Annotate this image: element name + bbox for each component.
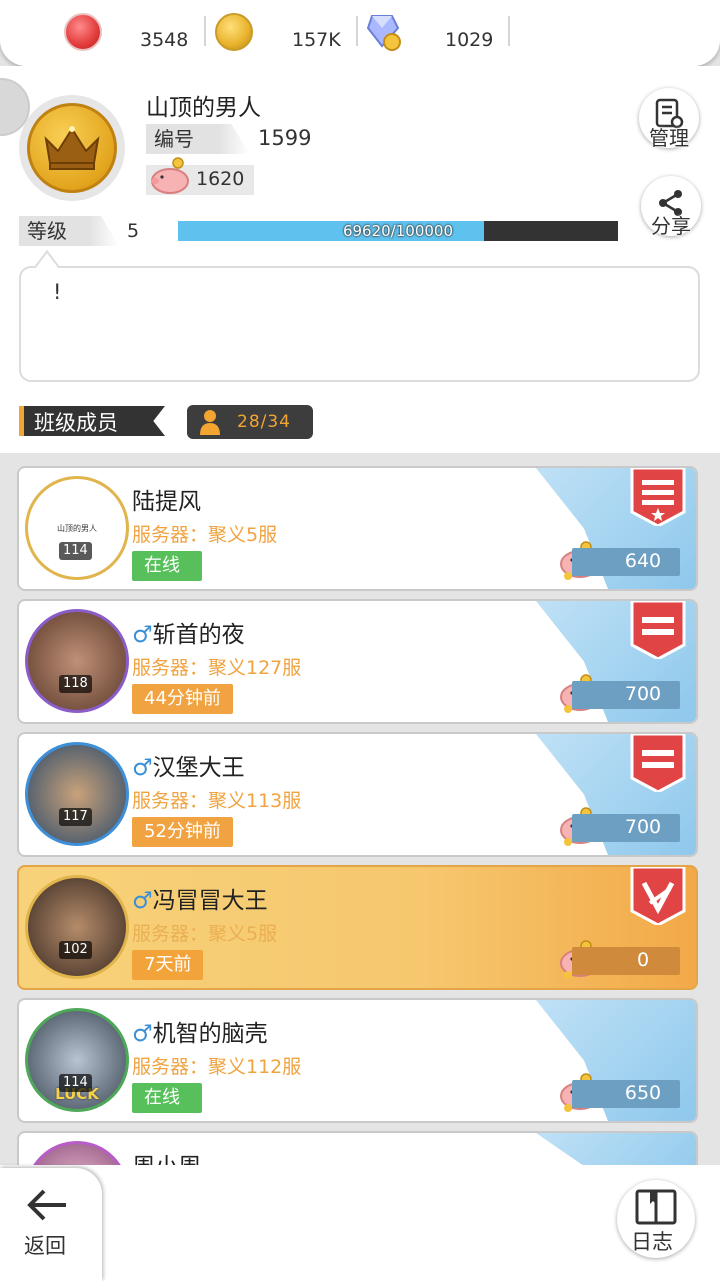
contribution-value: 650 (624, 1082, 662, 1104)
member-status: 44分钟前 (132, 684, 233, 714)
member-level: 114 (59, 542, 92, 560)
gender-icon: ♂ (132, 1021, 153, 1047)
gender-icon: ♂ (132, 888, 153, 914)
gem-currency[interactable] (366, 12, 404, 52)
gem-icon (366, 12, 404, 52)
members-section-title: 班级成员 (19, 406, 165, 436)
member-card[interactable]: 118 ♂斩首的夜 服务器：聚义127服 44分钟前 700 (17, 599, 698, 724)
arrow-left-icon (27, 1189, 66, 1221)
rank-banner-icon (630, 867, 686, 925)
avatar-caption: 山顶的男人 (57, 523, 97, 533)
class-coins-value: 1620 (196, 168, 245, 190)
member-card[interactable]: 117 ♂汉堡大王 服务器：聚义113服 52分钟前 700 (17, 732, 698, 857)
member-contribution: 0 (572, 947, 680, 975)
member-contribution: 700 (572, 814, 680, 842)
member-contribution: 700 (572, 681, 680, 709)
back-label: 返回 (24, 1234, 66, 1258)
share-label: 分享 (651, 214, 691, 238)
rank-banner-icon (630, 601, 686, 659)
member-avatar (25, 742, 129, 846)
ruby-amount: 3548 (140, 29, 189, 51)
log-label: 日志 (631, 1230, 673, 1254)
contribution-value: 700 (624, 683, 662, 705)
member-name-text: 冯冒冒大王 (152, 888, 268, 914)
member-name-text: 斩首的夜 (152, 622, 245, 648)
member-level: 118 (59, 675, 92, 693)
member-level: 102 (59, 941, 92, 959)
level-value: 5 (127, 220, 140, 242)
contribution-value: 0 (636, 949, 650, 971)
divider (356, 16, 358, 46)
rank-banner-icon (630, 468, 686, 526)
share-button[interactable]: 分享 (641, 176, 701, 238)
gender-icon: ♂ (132, 622, 153, 648)
person-icon (200, 410, 220, 435)
currency-bar: 3548 157K 1029 (0, 0, 720, 66)
member-server: 服务器：聚义112服 (132, 1056, 302, 1078)
notice-text: ! (53, 280, 62, 304)
member-avatar: 山顶的男人 (25, 476, 129, 580)
xp-progress-text: 69620/100000 (342, 222, 454, 240)
divider (204, 16, 206, 46)
member-name: ♂冯冒冒大王 (132, 881, 268, 915)
member-count-text: 28/34 (237, 412, 291, 432)
gold-amount: 157K (292, 29, 341, 51)
member-card-self[interactable]: 102 ♂冯冒冒大王 服务器：聚义5服 7天前 0 (17, 865, 698, 990)
crown-icon (44, 126, 100, 170)
member-status: 在线 (132, 551, 202, 581)
member-count-badge: 28/34 (187, 405, 313, 439)
rank-banner-icon (630, 734, 686, 792)
book-icon (635, 1189, 677, 1225)
member-name-text: 陆提风 (132, 489, 201, 515)
class-coins: 1620 (146, 157, 254, 195)
manage-label: 管理 (649, 126, 689, 150)
member-server: 服务器：聚义5服 (132, 524, 278, 546)
member-name-text: 机智的脑壳 (152, 1021, 268, 1047)
class-notice-box[interactable]: ! (19, 266, 700, 382)
member-avatar: LUCK (25, 1008, 129, 1112)
member-level: 117 (59, 808, 92, 826)
back-button[interactable]: 返回 (0, 1168, 102, 1281)
ruby-currency[interactable] (64, 12, 102, 52)
member-server: 服务器：聚义5服 (132, 923, 278, 945)
xp-progress-bar: 69620/100000 (178, 221, 618, 241)
id-value: 1599 (258, 126, 312, 150)
member-status: 在线 (132, 1083, 202, 1113)
member-name: ♂斩首的夜 (132, 615, 245, 649)
bottom-bar (0, 1165, 720, 1281)
member-status: 7天前 (132, 950, 204, 980)
member-name-text: 汉堡大王 (152, 755, 245, 781)
contribution-value: 640 (624, 550, 662, 572)
member-card[interactable]: LUCK 114 ♂机智的脑壳 服务器：聚义112服 在线 650 (17, 998, 698, 1123)
members-title-text: 班级成员 (34, 411, 118, 435)
ruby-icon (64, 13, 102, 51)
member-server: 服务器：聚义113服 (132, 790, 302, 812)
member-contribution: 640 (572, 548, 680, 576)
piggy-bank-icon (148, 157, 192, 199)
member-card[interactable]: 山顶的男人 114 陆提风 服务器：聚义5服 在线 640 (17, 466, 698, 591)
class-name: 山顶的男人 (146, 95, 261, 121)
member-avatar (25, 875, 129, 979)
contribution-value: 700 (624, 816, 662, 838)
gold-coin-icon (215, 13, 253, 51)
member-name: ♂机智的脑壳 (132, 1014, 268, 1048)
member-server: 服务器：聚义127服 (132, 657, 302, 679)
member-name: ♂汉堡大王 (132, 748, 245, 782)
member-contribution: 650 (572, 1080, 680, 1108)
divider (508, 16, 510, 46)
log-button[interactable]: 日志 (617, 1180, 695, 1258)
member-status: 52分钟前 (132, 817, 233, 847)
member-name: 陆提风 (132, 482, 201, 516)
gem-amount: 1029 (445, 29, 494, 51)
member-avatar (25, 609, 129, 713)
gender-icon: ♂ (132, 755, 153, 781)
member-level: 114 (59, 1074, 92, 1092)
manage-button[interactable]: 管理 (639, 88, 699, 150)
gold-currency[interactable] (215, 12, 253, 52)
class-avatar[interactable] (19, 95, 125, 201)
